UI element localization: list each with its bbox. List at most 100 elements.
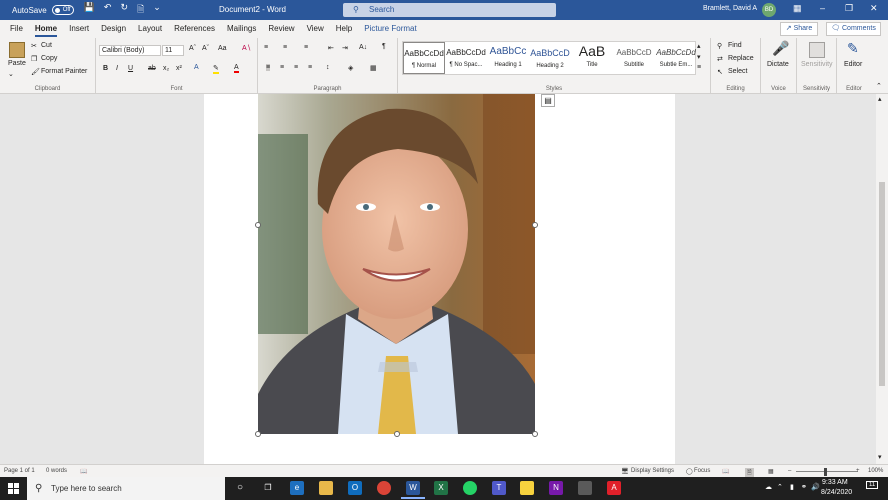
search-box[interactable]: ⚲ Search (343, 3, 556, 17)
zoom-slider-thumb[interactable] (824, 468, 827, 476)
selected-picture[interactable] (258, 94, 535, 434)
tab-picture-format[interactable]: Picture Format (358, 20, 422, 38)
tab-help[interactable]: Help (330, 20, 358, 38)
sort-icon[interactable]: A↓ (359, 44, 367, 51)
cortana-icon[interactable]: ○ (233, 481, 247, 495)
styles-more-icon[interactable]: ≡ (697, 64, 701, 71)
dictate-button[interactable]: Dictate (767, 61, 789, 68)
focus-icon[interactable]: ◯ (686, 468, 693, 475)
multilevel-list-icon[interactable]: ≡ (304, 44, 308, 51)
comments-button[interactable]: 🗨 Comments (826, 22, 881, 36)
whatsapp-icon[interactable] (463, 481, 477, 495)
scrollbar-thumb[interactable] (879, 182, 885, 386)
format-painter-icon[interactable]: 🖌 (31, 68, 40, 76)
avatar[interactable]: BD (762, 3, 776, 17)
undo-icon[interactable]: ↶ (104, 2, 112, 18)
format-painter-button[interactable]: Format Painter (41, 68, 87, 75)
battery-icon[interactable]: ▮ (790, 483, 794, 491)
style-title[interactable]: AaB Title (571, 42, 613, 74)
notifications-icon[interactable]: 11 (866, 481, 879, 489)
document-page[interactable]: ▤ (204, 94, 675, 464)
paste-button[interactable]: Paste (8, 60, 26, 67)
show-hidden-icons-icon[interactable]: ⌃ (777, 483, 783, 491)
cut-button[interactable]: Cut (41, 42, 52, 49)
proofing-icon[interactable]: 📖 (80, 468, 87, 475)
tab-layout[interactable]: Layout (132, 20, 168, 38)
tab-file[interactable]: File (4, 20, 29, 38)
select-button[interactable]: Select (728, 68, 747, 75)
task-view-icon[interactable]: ❐ (261, 481, 275, 495)
style-subtitle[interactable]: AaBbCcD Subtitle (613, 42, 655, 74)
clock-time[interactable]: 9:33 AM (822, 479, 848, 486)
strikethrough-icon[interactable]: ab (148, 65, 156, 72)
web-layout-icon[interactable]: ▦ (768, 468, 774, 475)
borders-icon[interactable]: ▦ (370, 64, 377, 72)
close-icon[interactable]: ✕ (870, 3, 878, 14)
decrease-indent-icon[interactable]: ⇤ (328, 44, 334, 52)
zoom-out-icon[interactable]: – (788, 468, 791, 474)
word-icon[interactable]: W (401, 481, 425, 499)
resize-handle-bottom[interactable] (394, 431, 400, 437)
clock-date[interactable]: 8/24/2020 (821, 489, 852, 496)
teams-icon[interactable]: T (492, 481, 506, 495)
resize-handle-bottom-right[interactable] (532, 431, 538, 437)
resize-handle-right[interactable] (532, 222, 538, 228)
text-effects-icon[interactable]: A (194, 64, 199, 71)
tab-references[interactable]: References (168, 20, 221, 38)
styles-scroll-down-icon[interactable]: ▾ (697, 53, 701, 61)
tab-mailings[interactable]: Mailings (221, 20, 262, 38)
style-heading-1[interactable]: AaBbCc Heading 1 (487, 42, 529, 74)
acrobat-icon[interactable]: A (607, 481, 621, 495)
clear-formatting-icon[interactable]: A∖ (242, 44, 251, 52)
grow-font-icon[interactable]: Aˆ (189, 45, 196, 52)
paste-dropdown-icon[interactable]: ⌄ (8, 70, 14, 78)
user-name[interactable]: Bramlett, David A (703, 5, 757, 12)
bullets-icon[interactable]: ≡ (264, 44, 268, 51)
numbering-icon[interactable]: ≡ (283, 44, 287, 51)
onedrive-icon[interactable]: ☁ (765, 483, 772, 491)
tab-home[interactable]: Home (29, 20, 63, 38)
zoom-level[interactable]: 100% (868, 468, 883, 474)
underline-icon[interactable]: U (128, 65, 133, 72)
style-no-spacing[interactable]: AaBbCcDd ¶ No Spac... (445, 42, 487, 74)
scroll-down-icon[interactable]: ▾ (878, 453, 882, 461)
resize-handle-bottom-left[interactable] (255, 431, 261, 437)
onenote-icon[interactable]: N (549, 481, 563, 495)
tab-review[interactable]: Review (262, 20, 300, 38)
styles-scroll-up-icon[interactable]: ▴ (697, 42, 701, 50)
edge-icon[interactable]: e (290, 481, 304, 495)
zoom-in-icon[interactable]: + (856, 468, 860, 474)
style-subtle-emphasis[interactable]: AaBbCcDd Subtle Em... (655, 42, 697, 74)
italic-icon[interactable]: I (116, 65, 118, 72)
tab-view[interactable]: View (301, 20, 330, 38)
app-icon[interactable] (578, 481, 592, 495)
find-icon[interactable]: ⚲ (717, 42, 722, 50)
new-document-icon[interactable]: 🗎 (137, 2, 144, 18)
collapse-ribbon-icon[interactable]: ⌃ (876, 82, 882, 90)
file-explorer-icon[interactable] (319, 481, 333, 495)
layout-options-icon[interactable]: ▤ (541, 94, 555, 107)
show-formatting-icon[interactable]: ¶ (382, 43, 386, 50)
customize-qat-icon[interactable]: ⌄ (153, 2, 161, 18)
bold-icon[interactable]: B (103, 65, 108, 72)
select-icon[interactable]: ↖ (717, 68, 723, 76)
increase-indent-icon[interactable]: ⇥ (342, 44, 348, 52)
taskbar-search[interactable]: ⚲ Type here to search (27, 477, 225, 500)
subscript-icon[interactable]: x₂ (163, 65, 169, 72)
editor-icon[interactable]: ✎ (847, 40, 859, 57)
align-center-icon[interactable]: ≡ (280, 64, 284, 71)
font-color-icon[interactable]: A (234, 64, 239, 73)
page-count[interactable]: Page 1 of 1 (4, 468, 35, 474)
redo-icon[interactable]: ↻ (120, 2, 128, 18)
wifi-icon[interactable]: ⚭ (801, 483, 807, 491)
style-normal[interactable]: AaBbCcDd ¶ Normal (403, 42, 445, 74)
focus-button[interactable]: Focus (694, 468, 710, 474)
shading-icon[interactable]: ◈ (348, 64, 353, 72)
outlook-icon[interactable]: O (348, 481, 362, 495)
vertical-scrollbar[interactable]: ▴ ▾ (876, 94, 888, 464)
shrink-font-icon[interactable]: Aˇ (202, 45, 209, 52)
display-settings-icon[interactable]: 🖥 (621, 468, 629, 475)
highlight-icon[interactable]: ✎ (213, 64, 219, 74)
justify-icon[interactable]: ≡ (308, 64, 312, 71)
restore-icon[interactable]: ❐ (845, 3, 853, 14)
